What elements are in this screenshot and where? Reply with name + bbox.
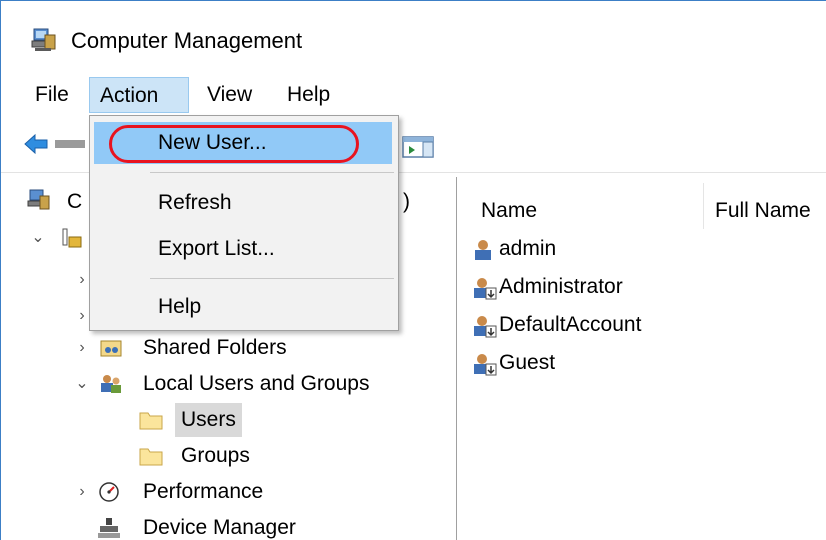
tree-item-shared-folders[interactable]: › Shared Folders	[73, 331, 413, 365]
back-arrow-icon[interactable]	[23, 133, 49, 155]
show-hide-action-pane-icon[interactable]	[401, 135, 437, 159]
performance-icon	[99, 482, 119, 502]
tree-item-local-users-groups[interactable]: ⌄ Local Users and Groups	[73, 367, 433, 401]
menu-separator	[150, 172, 394, 173]
tree-item-device-manager[interactable]: Device Manager	[97, 511, 357, 540]
tree-label-users: Users	[175, 403, 242, 437]
system-tools-icon	[62, 228, 82, 248]
list-item-user[interactable]: Administrator	[473, 269, 693, 305]
tree-root-label: C	[67, 190, 83, 213]
tree-item-performance[interactable]: › Performance	[73, 475, 333, 509]
disabled-user-icon	[474, 354, 497, 376]
list-item-label: Guest	[499, 351, 556, 374]
tree-label-device-manager: Device Manager	[143, 516, 296, 539]
computer-management-icon	[27, 189, 50, 210]
user-icon	[475, 240, 491, 260]
list-item-label: Administrator	[499, 275, 623, 298]
disabled-user-icon	[474, 316, 497, 338]
shared-folders-icon	[100, 340, 122, 357]
list-item-user[interactable]: DefaultAccount	[473, 307, 713, 343]
folder-icon	[139, 448, 163, 466]
menu-bar: File Action View Help	[1, 71, 826, 115]
menu-action[interactable]: Action	[89, 77, 189, 113]
list-item-user[interactable]: Guest	[473, 345, 633, 381]
menu-file[interactable]: File	[25, 77, 79, 113]
tree-label-local-users-groups: Local Users and Groups	[143, 372, 370, 395]
menu-item-export-list[interactable]: Export List...	[94, 228, 392, 270]
computer-management-window: Computer Management File Action View Hel…	[0, 0, 826, 540]
tree-label-shared-folders: Shared Folders	[143, 336, 287, 359]
list-item-label: DefaultAccount	[499, 313, 642, 336]
chevron-right-icon[interactable]: ›	[73, 331, 91, 365]
disabled-user-icon	[474, 278, 497, 300]
tree-item-system-tools[interactable]: ⌄	[29, 221, 89, 255]
menu-item-help[interactable]: Help	[94, 286, 392, 328]
menu-item-new-user[interactable]: New User...	[94, 122, 392, 164]
forward-arrow-icon[interactable]	[55, 135, 85, 153]
menu-help[interactable]: Help	[277, 77, 340, 113]
column-header-full-name[interactable]: Full Name	[715, 193, 811, 229]
chevron-down-icon[interactable]: ⌄	[73, 367, 91, 401]
menu-item-refresh[interactable]: Refresh	[94, 182, 392, 224]
menu-view[interactable]: View	[197, 77, 262, 113]
list-item-user[interactable]: admin	[473, 231, 673, 267]
column-separator[interactable]	[703, 183, 704, 229]
title-bar[interactable]: Computer Management	[1, 1, 826, 69]
folder-icon	[139, 412, 163, 430]
device-manager-icon	[98, 518, 120, 538]
tree-item-users[interactable]: Users	[139, 403, 259, 437]
chevron-right-icon[interactable]: ›	[73, 475, 91, 509]
action-dropdown-menu: New User... Refresh Export List... Help	[89, 115, 399, 331]
tree-root-label-suffix: )	[403, 190, 410, 213]
computer-management-icon	[31, 28, 56, 51]
tree-item-groups[interactable]: Groups	[139, 439, 279, 473]
column-header-name[interactable]: Name	[481, 193, 537, 229]
menu-separator	[150, 278, 394, 279]
local-users-groups-icon	[101, 375, 121, 393]
window-title: Computer Management	[71, 28, 303, 53]
tree-label-groups: Groups	[181, 444, 250, 467]
results-list-pane: Name Full Name admin Administrator Defau…	[459, 177, 826, 540]
list-item-label: admin	[499, 237, 557, 260]
tree-label-performance: Performance	[143, 480, 264, 503]
chevron-down-icon[interactable]: ⌄	[29, 221, 47, 255]
